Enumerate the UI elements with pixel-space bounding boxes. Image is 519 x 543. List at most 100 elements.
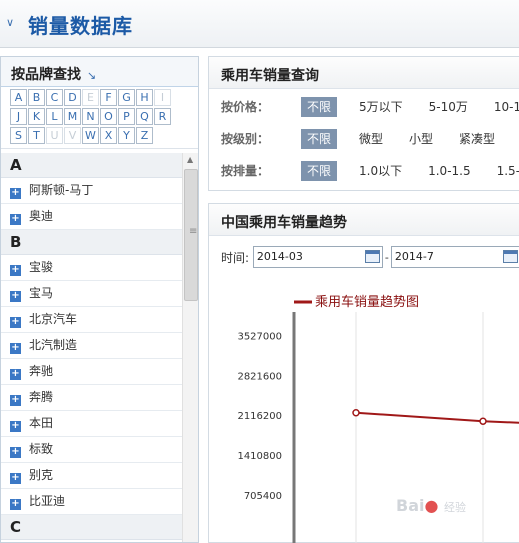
brand-search-header: 按品牌查找 ↘ (1, 57, 198, 87)
scroll-up-icon[interactable]: ▲ (187, 155, 193, 164)
letter-y[interactable]: Y (118, 127, 135, 144)
brand-name: 阿斯顿-马丁 (29, 183, 94, 197)
sidebar-scrollbar[interactable]: ▲ ≡ (182, 153, 198, 542)
letter-a[interactable]: A (10, 89, 27, 106)
brand-list: A + 阿斯顿-马丁 + 奥迪 B + 宝骏 + 宝马 + 北京汽车 + 北汽制造 + 奔驰 + 奔腾 + 本田 + 标致… (1, 153, 182, 540)
legend-label: 乘用车销量趋势图 (315, 294, 419, 310)
expand-plus-icon[interactable]: + (10, 447, 21, 458)
double-chevron-down-icon[interactable]: ∨ (6, 16, 14, 29)
brand-list-item[interactable]: + 北汽制造 (1, 333, 182, 359)
letter-u: U (46, 127, 63, 144)
expand-plus-icon[interactable]: + (10, 499, 21, 510)
brand-name: 标致 (29, 442, 54, 456)
filter-option[interactable]: 微型 (355, 129, 387, 149)
filter-option[interactable]: 小型 (405, 129, 437, 149)
group-header-a: A (1, 153, 182, 178)
y-tick-label: 1410800 (237, 451, 282, 462)
scrollbar-thumb[interactable]: ≡ (184, 169, 198, 301)
filter-option[interactable]: 不限 (301, 161, 338, 181)
expand-plus-icon[interactable]: + (10, 421, 21, 432)
expand-plus-icon[interactable]: + (10, 214, 21, 225)
filter-option[interactable]: 5万以下 (355, 97, 407, 117)
letter-h[interactable]: H (136, 89, 153, 106)
brand-list-item[interactable]: + 本田 (1, 411, 182, 437)
calendar-icon[interactable] (502, 250, 518, 263)
letter-d[interactable]: D (64, 89, 81, 106)
grip-icon: ≡ (189, 226, 198, 237)
letter-g[interactable]: G (118, 89, 135, 106)
filter-option[interactable]: 10-15 (490, 97, 519, 117)
brand-search-title: 按品牌查找 (11, 67, 81, 83)
brand-list-item[interactable]: + 奔驰 (1, 359, 182, 385)
letter-m[interactable]: M (64, 108, 81, 125)
y-tick-label: 2821600 (237, 371, 282, 382)
date-from-field[interactable]: 2014-03 (252, 246, 383, 268)
brand-list-item[interactable]: + 奥迪 (1, 204, 182, 230)
brand-list-item[interactable]: + 标致 (1, 437, 182, 463)
letter-n[interactable]: N (82, 108, 99, 125)
expand-plus-icon[interactable]: + (10, 369, 21, 380)
y-tick-label: 2116200 (237, 411, 282, 422)
expand-plus-icon[interactable]: + (10, 265, 21, 276)
letter-s[interactable]: S (10, 127, 27, 144)
expand-plus-icon[interactable]: + (10, 473, 21, 484)
brand-list-item[interactable]: + 阿斯顿-马丁 (1, 178, 182, 204)
filter-option[interactable]: 5-10万 (425, 97, 472, 117)
filter-row: 按排量： 不限 1.0以下 1.0-1.5 1.5-2 (221, 161, 519, 181)
letter-f[interactable]: F (100, 89, 117, 106)
expand-plus-icon[interactable]: + (10, 317, 21, 328)
expand-plus-icon[interactable]: + (10, 188, 21, 199)
filter-option[interactable]: 不限 (301, 97, 338, 117)
brand-name: 北汽制造 (29, 338, 78, 352)
expand-plus-icon[interactable]: + (10, 395, 21, 406)
letter-k[interactable]: K (28, 108, 45, 125)
brand-name: 宝马 (29, 286, 54, 300)
calendar-icon[interactable] (364, 250, 380, 263)
filter-label: 按级别： (221, 132, 270, 146)
group-header-b: B (1, 230, 182, 255)
app-header: ∨ 销量数据库 (0, 0, 519, 48)
brand-name: 比亚迪 (29, 494, 66, 508)
letter-j[interactable]: J (10, 108, 27, 125)
letter-b[interactable]: B (28, 89, 45, 106)
brand-name: 奔腾 (29, 390, 54, 404)
expand-plus-icon[interactable]: + (10, 343, 21, 354)
letter-t[interactable]: T (28, 127, 45, 144)
letter-w[interactable]: W (82, 127, 99, 144)
letter-c[interactable]: C (46, 89, 63, 106)
filter-option[interactable]: 1.5-2 (493, 161, 519, 181)
group-header-c: C (1, 515, 182, 540)
letter-o[interactable]: O (100, 108, 117, 125)
letter-r[interactable]: R (154, 108, 171, 125)
brand-list-item[interactable]: + 奔腾 (1, 385, 182, 411)
date-separator: - (384, 250, 389, 264)
filter-row: 按级别： 不限 微型 小型 紧凑型 (221, 129, 517, 149)
filter-option[interactable]: 紧凑型 (455, 129, 499, 149)
filter-option[interactable]: 1.0以下 (355, 161, 406, 181)
letter-x[interactable]: X (100, 127, 117, 144)
filter-option[interactable]: 不限 (301, 129, 338, 149)
series-line (355, 411, 519, 424)
brand-name: 宝骏 (29, 260, 54, 274)
brand-list-item[interactable]: + 宝骏 (1, 255, 182, 281)
date-to-field[interactable]: 2014-7 (390, 246, 519, 268)
baidu-watermark: Bai● 经验 (396, 496, 467, 515)
letter-q[interactable]: Q (136, 108, 153, 125)
time-range-row: 时间: 2014-03 - 2014-7 (221, 246, 519, 268)
brand-list-item[interactable]: + 宝马 (1, 281, 182, 307)
brand-name: 别克 (29, 468, 54, 482)
letter-p[interactable]: P (118, 108, 135, 125)
letter-z[interactable]: Z (136, 127, 153, 144)
brand-list-item[interactable]: + 北京汽车 (1, 307, 182, 333)
filter-option[interactable]: 1.0-1.5 (424, 161, 475, 181)
expand-plus-icon[interactable]: + (10, 291, 21, 302)
brand-name: 奥迪 (29, 209, 54, 223)
letter-index: ABCDEFGHIJKLMNOPQR STUVWXYZ (1, 87, 198, 149)
letter-l[interactable]: L (46, 108, 63, 125)
brand-list-item[interactable]: + 比亚迪 (1, 489, 182, 515)
letter-v: V (64, 127, 81, 144)
brand-list-item[interactable]: + 别克 (1, 463, 182, 489)
letter-row: ABCDEFGHI (10, 89, 198, 108)
sales-query-title: 乘用车销量查询 (209, 57, 519, 89)
brand-sidebar: 按品牌查找 ↘ ABCDEFGHIJKLMNOPQR STUVWXYZ A + 阿斯顿… (0, 56, 199, 543)
